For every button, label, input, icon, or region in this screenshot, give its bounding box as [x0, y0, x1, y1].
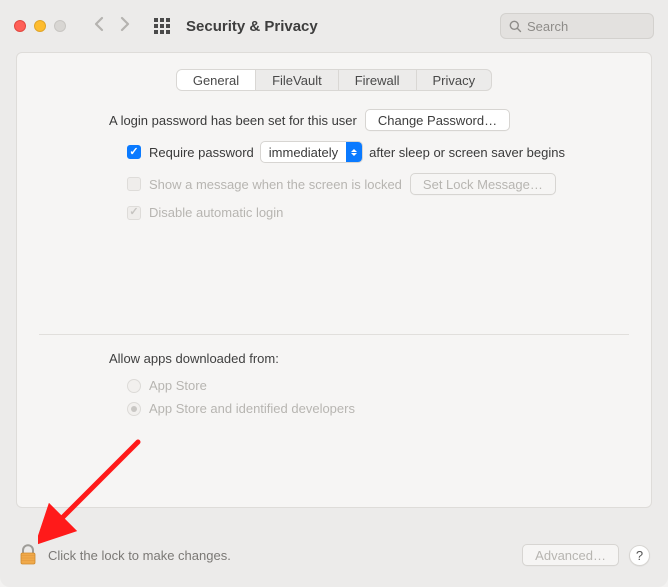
footer: Click the lock to make changes. Advanced…	[0, 531, 668, 587]
app-store-radio	[127, 379, 141, 393]
allow-apps-heading: Allow apps downloaded from:	[17, 351, 651, 378]
zoom-window-button	[54, 20, 66, 32]
content-pane: General FileVault Firewall Privacy A log…	[16, 52, 652, 508]
search-field[interactable]: Search	[500, 13, 654, 39]
tab-filevault[interactable]: FileVault	[256, 70, 339, 90]
after-sleep-label: after sleep or screen saver begins	[369, 145, 565, 160]
help-button[interactable]: ?	[629, 545, 650, 566]
identified-developers-label: App Store and identified developers	[149, 401, 355, 416]
lock-hint-text: Click the lock to make changes.	[48, 548, 231, 563]
disable-auto-login-label: Disable automatic login	[149, 205, 283, 220]
require-password-checkbox[interactable]	[127, 145, 141, 159]
advanced-button: Advanced…	[522, 544, 619, 566]
search-placeholder: Search	[527, 19, 568, 34]
change-password-button[interactable]: Change Password…	[365, 109, 510, 131]
show-all-prefs-icon[interactable]	[154, 18, 170, 34]
section-divider	[39, 334, 629, 335]
login-password-status: A login password has been set for this u…	[109, 113, 357, 128]
show-lock-message-checkbox	[127, 177, 141, 191]
minimize-window-button[interactable]	[34, 20, 46, 32]
require-password-delay-popup[interactable]: immediately	[260, 141, 363, 163]
window-controls	[14, 20, 66, 32]
disable-auto-login-checkbox	[127, 206, 141, 220]
show-lock-message-label: Show a message when the screen is locked	[149, 177, 402, 192]
tab-general[interactable]: General	[177, 70, 256, 90]
window-title: Security & Privacy	[186, 18, 318, 35]
tab-firewall[interactable]: Firewall	[339, 70, 417, 90]
require-password-label: Require password	[149, 145, 254, 160]
lock-icon[interactable]	[18, 544, 38, 566]
toolbar: Security & Privacy Search	[0, 0, 668, 52]
close-window-button[interactable]	[14, 20, 26, 32]
back-button[interactable]	[94, 16, 105, 36]
app-store-label: App Store	[149, 378, 207, 393]
set-lock-message-button: Set Lock Message…	[410, 173, 556, 195]
tab-bar: General FileVault Firewall Privacy	[176, 69, 492, 91]
tab-privacy[interactable]: Privacy	[417, 70, 492, 90]
stepper-arrows-icon	[346, 142, 362, 162]
search-icon	[509, 20, 522, 33]
forward-button[interactable]	[119, 16, 130, 36]
identified-developers-radio	[127, 402, 141, 416]
